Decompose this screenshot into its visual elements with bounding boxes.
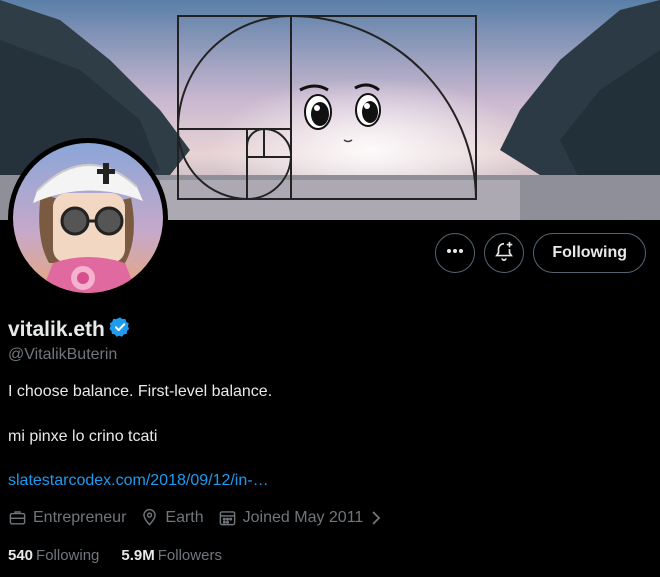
more-dots-icon: [445, 241, 465, 266]
followers-count: 5.9M: [121, 547, 155, 564]
profile-link[interactable]: slatestarcodex.com/2018/09/12/in-…: [8, 472, 269, 490]
bell-plus-icon: [493, 240, 515, 267]
display-name: vitalik.eth: [8, 317, 105, 341]
chevron-right-icon: [369, 510, 383, 526]
handle: @VitalikButerin: [8, 346, 118, 363]
notify-button[interactable]: [484, 233, 525, 273]
meta-profession: Entrepreneur: [8, 508, 126, 527]
avatar-image: [13, 143, 163, 293]
following-count: 540: [8, 547, 34, 564]
verified-badge-icon[interactable]: [109, 316, 131, 343]
follow-stats: 540 Following 5.9M Followers: [8, 547, 244, 564]
profession-text: Entrepreneur: [33, 508, 127, 526]
profile-actions: Following: [435, 233, 646, 273]
profile-avatar[interactable]: [8, 138, 168, 298]
name-row: vitalik.eth: [8, 316, 131, 343]
calendar-icon: [218, 508, 237, 527]
location-text: Earth: [165, 508, 204, 526]
bio-line-1: I choose balance. First-level balance.: [8, 383, 273, 400]
following-button[interactable]: Following: [533, 233, 646, 273]
location-pin-icon: [140, 508, 159, 527]
profile-meta: Entrepreneur Earth Joined May 2011: [8, 508, 397, 527]
joined-text: Joined May 2011: [242, 508, 364, 526]
followers-stat[interactable]: 5.9M Followers: [121, 547, 222, 564]
followers-label: Followers: [157, 547, 222, 564]
meta-location: Earth: [140, 508, 204, 527]
more-button[interactable]: [435, 233, 476, 273]
briefcase-icon: [8, 508, 27, 527]
meta-joined[interactable]: Joined May 2011: [218, 508, 384, 527]
bio-line-2: mi pinxe lo crino tcati: [8, 428, 158, 445]
following-label: Following: [36, 547, 100, 564]
following-stat[interactable]: 540 Following: [8, 547, 99, 564]
